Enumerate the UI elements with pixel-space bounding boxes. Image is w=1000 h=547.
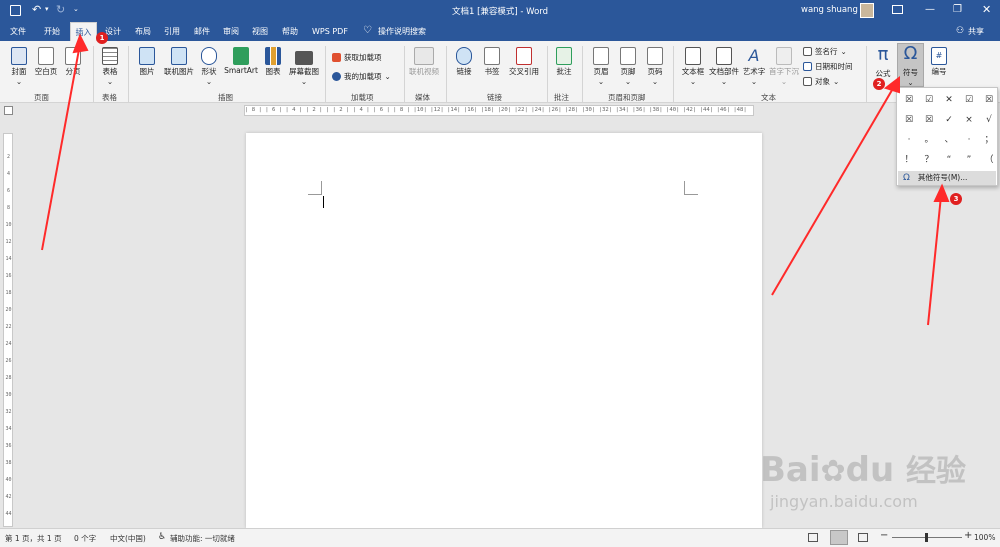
annotation-badge-2: 2 [873, 78, 885, 90]
annotation-arrow-3 [927, 195, 942, 326]
baidu-watermark: Bai✿du 经验 jingyan.baidu.com [760, 432, 980, 542]
watermark-url: jingyan.baidu.com [770, 492, 918, 511]
arrowhead-2 [883, 75, 900, 94]
zoom-level[interactable]: 100% [974, 533, 995, 542]
paw-icon: ✿ [820, 454, 846, 489]
annotation-arrow-1 [41, 43, 81, 251]
zoom-in-icon[interactable]: + [964, 530, 972, 541]
arrowhead-1 [72, 33, 89, 54]
focus-mode-icon[interactable] [808, 533, 818, 542]
page-count[interactable]: 第 1 页，共 1 页 [5, 533, 62, 544]
annotation-badge-1: 1 [96, 32, 108, 44]
word-count[interactable]: 0 个字 [74, 533, 96, 544]
zoom-out-icon[interactable]: − [880, 530, 888, 541]
zoom-slider-thumb[interactable] [925, 533, 928, 542]
accessibility-status[interactable]: 辅助功能: 一切就绪 [170, 533, 235, 544]
accessibility-icon: ♿ [158, 532, 167, 542]
watermark-logo: Bai✿du 经验 [760, 450, 967, 490]
print-layout-icon[interactable] [830, 530, 848, 545]
web-layout-icon[interactable] [858, 533, 868, 542]
arrowhead-3 [933, 183, 950, 202]
status-bar: 第 1 页，共 1 页 0 个字 中文(中国) ♿ 辅助功能: 一切就绪 − +… [0, 528, 1000, 547]
annotation-arrow-2 [771, 84, 896, 296]
language-indicator[interactable]: 中文(中国) [110, 533, 146, 544]
annotation-badge-3: 3 [950, 193, 962, 205]
